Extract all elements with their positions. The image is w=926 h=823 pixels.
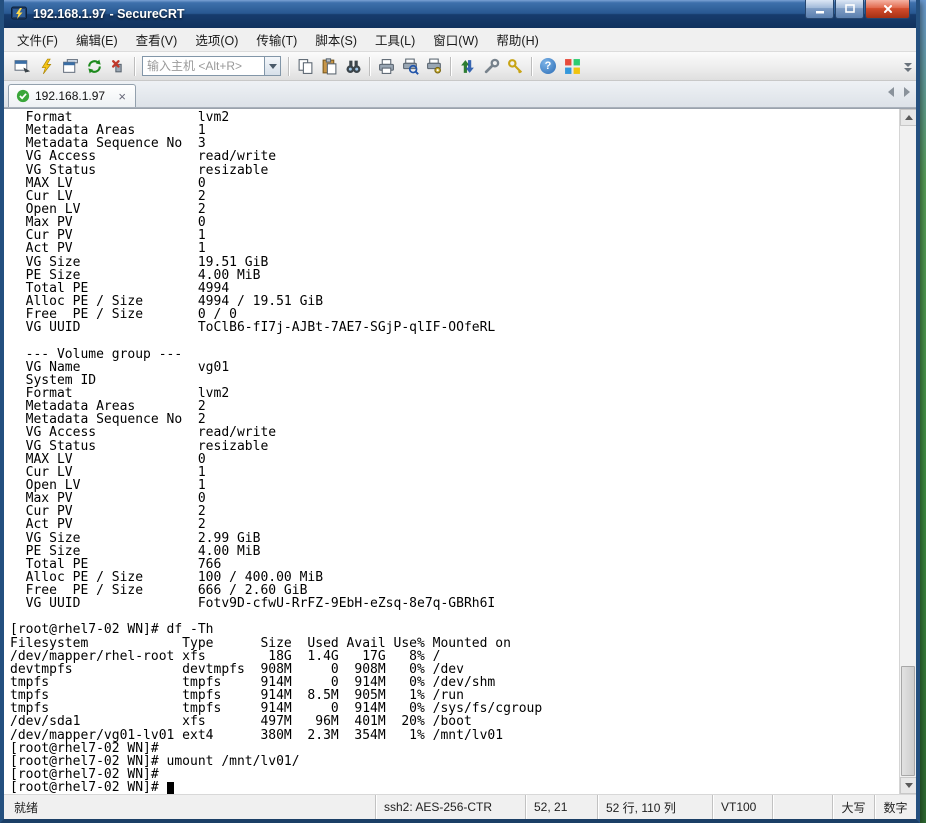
status-caps-lock: 大写 <box>832 795 874 819</box>
menu-item[interactable]: 传输(T) <box>247 27 306 52</box>
terminal-line: VG Access read/write <box>10 149 277 165</box>
scroll-down-icon[interactable] <box>900 777 916 794</box>
status-num-lock: 数字 <box>874 795 916 819</box>
terminal-line: Cur LV 1 <box>10 464 206 480</box>
print-icon[interactable] <box>374 55 398 78</box>
menu-item[interactable]: 工具(L) <box>366 27 424 52</box>
terminal-line: Act PV 2 <box>10 517 206 533</box>
terminal-line: /dev/sda1 xfs 497M 96M 401M 20% /boot <box>10 714 472 730</box>
tab-bar: 192.168.1.97 × <box>4 81 916 108</box>
terminal-line: Filesystem Type Size Used Avail Use% Mou… <box>10 635 511 651</box>
host-dropdown-button[interactable] <box>264 56 281 76</box>
toolbar-separator <box>369 56 370 76</box>
terminal-line: [root@rhel7-02 WN]# df -Th <box>10 622 214 638</box>
tab-close-icon[interactable]: × <box>116 90 128 103</box>
disconnect-icon[interactable] <box>106 55 130 78</box>
terminal-line: MAX LV 0 <box>10 175 206 191</box>
terminal-line: VG Name vg01 <box>10 359 230 375</box>
status-ready: 就绪 <box>14 800 39 815</box>
terminal-line: MAX LV 0 <box>10 451 206 467</box>
menu-item[interactable]: 查看(V) <box>127 27 187 52</box>
toolbar-separator <box>531 56 532 76</box>
find-icon[interactable] <box>341 55 365 78</box>
terminal-line: /dev/mapper/rhel-root xfs 18G 1.4G 17G 8… <box>10 648 441 664</box>
minimize-button[interactable] <box>805 0 834 19</box>
connect-icon[interactable] <box>10 55 34 78</box>
help-glyph: ? <box>540 58 556 74</box>
tab-scroll-right-icon[interactable] <box>904 87 910 97</box>
status-cipher: ssh2: AES-256-CTR <box>375 795 525 819</box>
toolbar-separator <box>134 56 135 76</box>
menu-item[interactable]: 窗口(W) <box>424 27 487 52</box>
key-icon[interactable] <box>503 55 527 78</box>
menu-item[interactable]: 帮助(H) <box>487 27 547 52</box>
session-tab-label: 192.168.1.97 <box>35 89 106 103</box>
help-icon[interactable]: ? <box>536 55 560 78</box>
reconnect-icon[interactable] <box>82 55 106 78</box>
print-setup-icon[interactable] <box>422 55 446 78</box>
terminal-scrollbar[interactable] <box>899 109 916 794</box>
terminal-line: [root@rhel7-02 WN]# <box>10 781 899 794</box>
copy-icon[interactable] <box>293 55 317 78</box>
status-bar: 就绪 ssh2: AES-256-CTR 52, 21 52 行, 110 列 … <box>4 794 916 819</box>
terminal-line: VG Status resizable <box>10 162 269 178</box>
connected-check-icon <box>16 89 30 103</box>
terminal-line: Total PE 766 <box>10 556 222 572</box>
quick-connect-icon[interactable] <box>34 55 58 78</box>
toolbar-separator <box>288 56 289 76</box>
terminal-line: [root@rhel7-02 WN]# <box>10 740 167 756</box>
window-title: 192.168.1.97 - SecureCRT <box>33 7 185 21</box>
menu-item[interactable]: 编辑(E) <box>67 27 127 52</box>
menu-item[interactable]: 选项(O) <box>186 27 247 52</box>
session-tab[interactable]: 192.168.1.97 × <box>8 84 136 107</box>
terminal-line: /dev/mapper/vg01-lv01 ext4 380M 2.3M 354… <box>10 727 504 743</box>
print-preview-icon[interactable] <box>398 55 422 78</box>
host-input[interactable] <box>142 56 264 76</box>
quick-connect-host-box <box>142 56 281 76</box>
status-filler <box>772 795 832 819</box>
paste-icon[interactable] <box>317 55 341 78</box>
scroll-up-icon[interactable] <box>900 109 916 126</box>
file-transfer-icon[interactable] <box>455 55 479 78</box>
scrollbar-thumb[interactable] <box>901 666 915 776</box>
terminal-line: VG Status resizable <box>10 438 269 454</box>
terminal-line: VG UUID Fotv9D-cfwU-RrFZ-9EbH-eZsq-8e7q-… <box>10 596 496 612</box>
terminal-line: VG Size 19.51 GiB <box>10 254 269 270</box>
terminal-cursor <box>166 782 175 794</box>
menu-bar: 文件(F) 编辑(E) 查看(V) 选项(O) 传输(T) 脚本(S) 工具(L) 窗口(W)… <box>4 28 916 52</box>
close-button[interactable] <box>865 0 910 19</box>
terminal-line: VG Size 2.99 GiB <box>10 530 261 546</box>
terminal-line: Act PV 1 <box>10 241 206 257</box>
session-options-icon[interactable] <box>479 55 503 78</box>
status-screen-size: 52 行, 110 列 <box>597 795 712 819</box>
securecrt-window: 192.168.1.97 - SecureCRT 文件(F) 编辑(E) 查看(V)… <box>0 0 920 823</box>
terminal-line: VG Access read/write <box>10 425 277 441</box>
terminal-line: PE Size 4.00 MiB <box>10 543 261 559</box>
terminal-line: System ID <box>10 372 97 388</box>
menu-item[interactable]: 脚本(S) <box>306 27 366 52</box>
toolbar: ? <box>4 52 916 81</box>
securecrt-app-icon <box>11 6 27 22</box>
maximize-button[interactable] <box>835 0 864 19</box>
toolbar-overflow-button[interactable] <box>903 60 913 78</box>
status-emulation: VT100 <box>712 795 772 819</box>
terminal-line: Cur LV 2 <box>10 188 206 204</box>
connect-in-tab-icon[interactable] <box>58 55 82 78</box>
status-cursor-position: 52, 21 <box>525 795 597 819</box>
terminal-line: VG UUID ToClB6-fI7j-AJBt-7AE7-SGjP-qlIF-… <box>10 320 496 336</box>
menu-item[interactable]: 文件(F) <box>8 27 67 52</box>
tab-scroll-left-icon[interactable] <box>888 87 894 97</box>
script-grid-icon[interactable] <box>560 55 584 78</box>
terminal-line: PE Size 4.00 MiB <box>10 267 261 283</box>
chevron-down-icon <box>268 63 277 69</box>
terminal-line: --- Volume group --- <box>10 346 183 362</box>
title-bar[interactable]: 192.168.1.97 - SecureCRT <box>4 0 916 28</box>
terminal-line: Total PE 4994 <box>10 280 230 296</box>
toolbar-separator <box>450 56 451 76</box>
terminal-output: Format lvm2 Metadata Areas 1 Metadata Se… <box>4 109 899 794</box>
terminal-area[interactable]: Format lvm2 Metadata Areas 1 Metadata Se… <box>4 108 916 794</box>
